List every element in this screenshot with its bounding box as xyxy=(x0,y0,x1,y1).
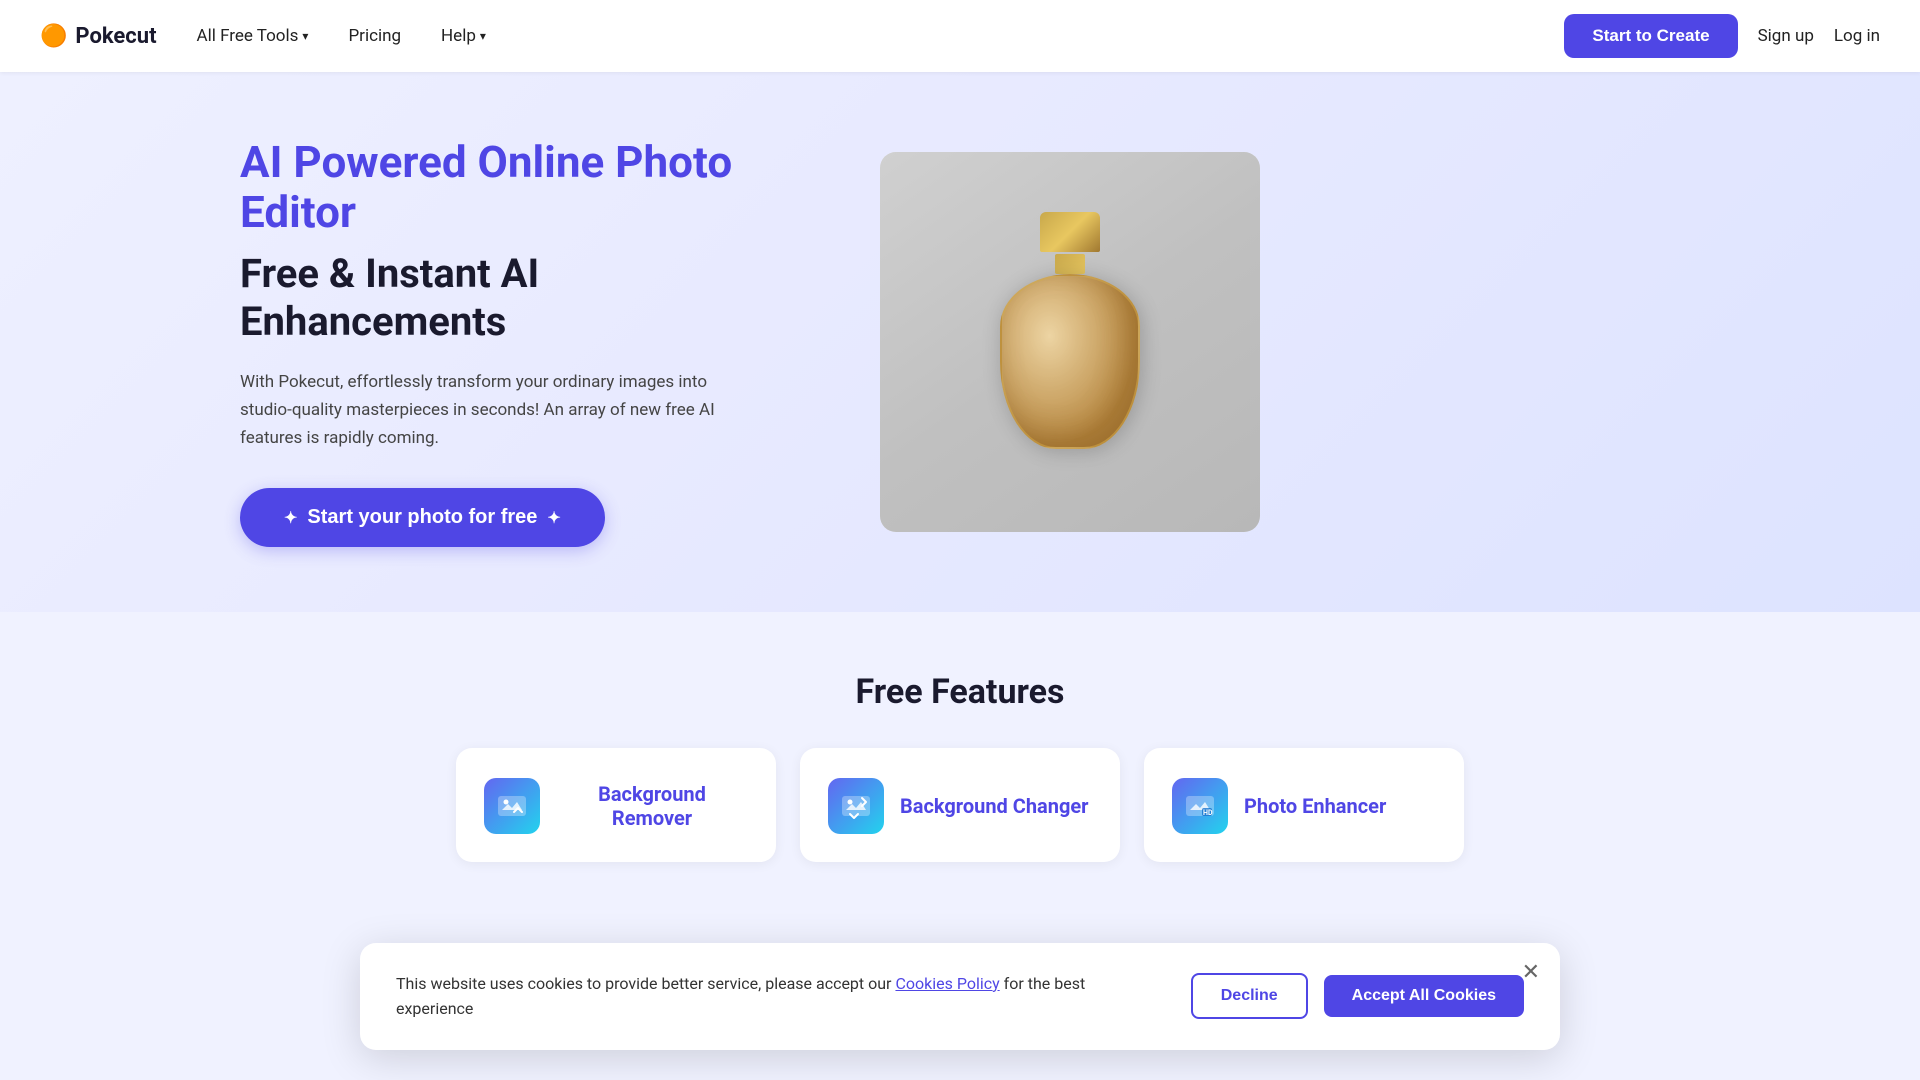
svg-text:HD: HD xyxy=(1203,809,1213,817)
background-remover-icon xyxy=(484,778,540,834)
nav-all-free-tools[interactable]: All Free Tools ▾ xyxy=(197,26,309,46)
chevron-down-icon-help: ▾ xyxy=(480,29,486,43)
logo-text: Pokecut xyxy=(75,24,156,49)
decline-button[interactable]: Decline xyxy=(1191,973,1308,1019)
hero-title-black: Free & Instant AI Enhancements xyxy=(240,250,800,346)
sign-up-link[interactable]: Sign up xyxy=(1758,26,1814,46)
chevron-down-icon: ▾ xyxy=(302,29,308,43)
hero-title-colored: AI Powered Online Photo Editor xyxy=(240,137,800,238)
feature-card-inner-2: Background Changer xyxy=(828,778,1089,834)
hero-description: With Pokecut, effortlessly transform you… xyxy=(240,368,740,452)
start-photo-free-button[interactable]: ✦ Start your photo for free ✦ xyxy=(240,488,605,547)
features-grid: Background Remover Background Changer xyxy=(180,748,1740,862)
features-title: Free Features xyxy=(180,672,1740,712)
feature-card-inner-3: HD Photo Enhancer xyxy=(1172,778,1386,834)
background-changer-icon xyxy=(828,778,884,834)
cookie-banner: ✕ This website uses cookies to provide b… xyxy=(360,943,1560,1050)
start-to-create-button[interactable]: Start to Create xyxy=(1564,14,1737,58)
sparkle-left-icon: ✦ xyxy=(284,508,297,528)
hero-content: AI Powered Online Photo Editor Free & In… xyxy=(240,137,800,547)
logo[interactable]: 🟠 Pokecut xyxy=(40,24,157,49)
cta-label: Start your photo for free xyxy=(307,506,537,529)
photo-enhancer-icon: HD xyxy=(1172,778,1228,834)
perfume-bottle-illustration xyxy=(980,212,1160,472)
feature-card-bg-remover[interactable]: Background Remover xyxy=(456,748,776,862)
navbar: 🟠 Pokecut All Free Tools ▾ Pricing Help … xyxy=(0,0,1920,72)
hero-image xyxy=(880,152,1260,532)
feature-card-bg-changer[interactable]: Background Changer xyxy=(800,748,1120,862)
nav-help[interactable]: Help ▾ xyxy=(441,26,486,46)
features-section: Free Features Background Remover xyxy=(0,612,1920,902)
background-changer-label: Background Changer xyxy=(900,794,1089,818)
bottle-body xyxy=(1000,274,1140,449)
cookie-text: This website uses cookies to provide bet… xyxy=(396,971,1159,1022)
hero-section: AI Powered Online Photo Editor Free & In… xyxy=(0,72,1920,612)
hero-image-placeholder xyxy=(880,152,1260,532)
bottle-cap xyxy=(1040,212,1100,252)
nav-pricing[interactable]: Pricing xyxy=(348,26,401,46)
cookie-message-pre: This website uses cookies to provide bet… xyxy=(396,974,891,993)
feature-card-photo-enhancer[interactable]: HD Photo Enhancer xyxy=(1144,748,1464,862)
feature-card-inner: Background Remover xyxy=(484,778,748,834)
log-in-link[interactable]: Log in xyxy=(1834,26,1880,46)
accept-all-cookies-button[interactable]: Accept All Cookies xyxy=(1324,975,1524,1017)
cookie-close-button[interactable]: ✕ xyxy=(1522,959,1540,985)
logo-icon: 🟠 xyxy=(40,24,67,49)
sparkle-right-icon: ✦ xyxy=(547,508,560,528)
photo-enhancer-label: Photo Enhancer xyxy=(1244,794,1386,818)
cookie-policy-link[interactable]: Cookies Policy xyxy=(895,974,999,993)
background-remover-label: Background Remover xyxy=(556,782,748,830)
cookie-buttons: Decline Accept All Cookies xyxy=(1191,973,1524,1019)
bottle-neck xyxy=(1055,254,1085,274)
